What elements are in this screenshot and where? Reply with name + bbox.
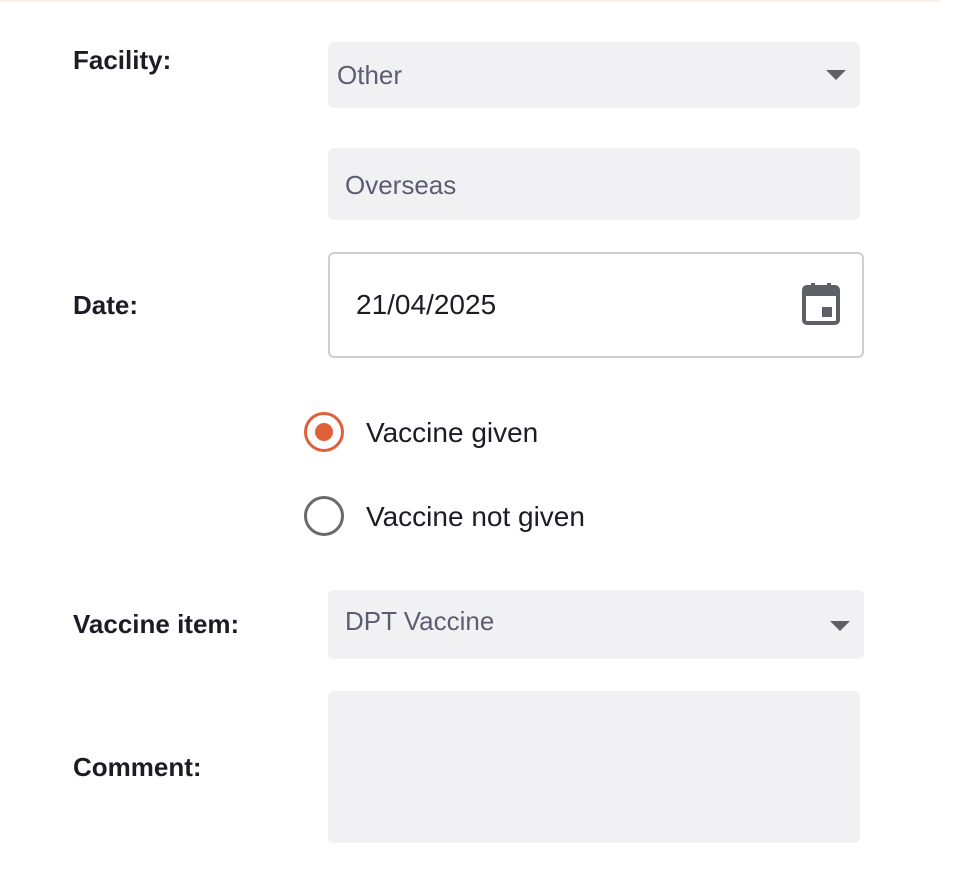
- facility-other-input[interactable]: Overseas: [328, 148, 860, 220]
- comment-label: Comment:: [73, 752, 202, 782]
- comment-textarea[interactable]: [328, 691, 860, 843]
- vaccine-item-selected-value: DPT Vaccine: [345, 606, 495, 636]
- vaccine-item-select[interactable]: DPT Vaccine: [328, 590, 864, 659]
- facility-select[interactable]: Other: [328, 42, 860, 108]
- date-label: Date:: [73, 290, 139, 320]
- chevron-down-icon: [830, 621, 850, 631]
- facility-selected-value: Other: [337, 60, 403, 90]
- date-input[interactable]: 21/04/2025: [328, 252, 864, 358]
- vaccine-given-radio[interactable]: [304, 412, 344, 452]
- vaccine-not-given-radio[interactable]: [304, 496, 344, 536]
- facility-label: Facility:: [73, 45, 172, 75]
- vaccine-not-given-label[interactable]: Vaccine not given: [366, 501, 585, 533]
- date-value: 21/04/2025: [356, 289, 497, 320]
- facility-other-value: Overseas: [345, 170, 457, 200]
- vaccine-item-label: Vaccine item:: [73, 609, 240, 639]
- calendar-icon[interactable]: [802, 283, 840, 325]
- chevron-down-icon: [826, 70, 846, 80]
- vaccine-given-label[interactable]: Vaccine given: [366, 417, 538, 449]
- top-divider: [0, 0, 940, 2]
